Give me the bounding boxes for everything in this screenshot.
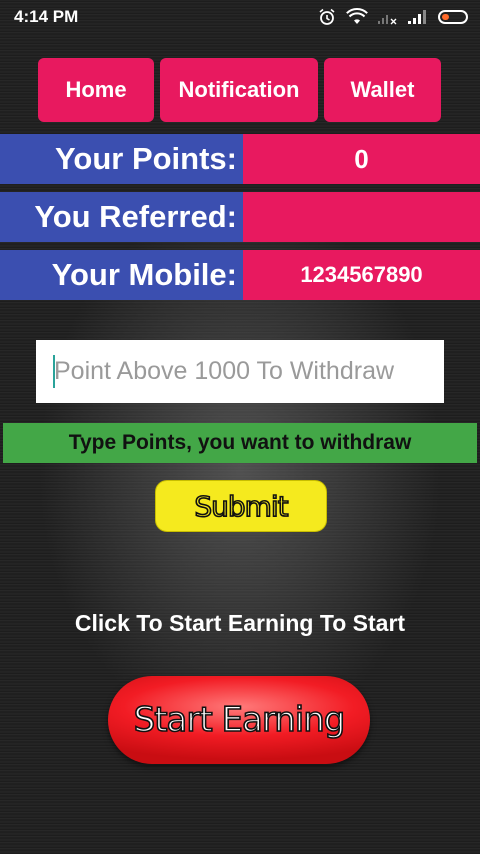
withdraw-hint: Type Points, you want to withdraw <box>3 423 477 463</box>
wallet-button[interactable]: Wallet <box>324 58 441 122</box>
status-icons <box>318 8 468 26</box>
battery-icon <box>438 10 468 24</box>
battery-level <box>442 14 449 20</box>
mobile-value: 1234567890 <box>243 250 480 300</box>
referred-row: You Referred: <box>0 192 480 242</box>
text-cursor <box>53 355 55 388</box>
status-bar: 4:14 PM <box>0 0 480 34</box>
home-button[interactable]: Home <box>38 58 154 122</box>
start-earning-prompt: Click To Start Earning To Start <box>74 610 406 636</box>
referred-label: You Referred: <box>0 192 243 242</box>
points-value: 0 <box>243 134 480 184</box>
mobile-row: Your Mobile: 1234567890 <box>0 250 480 300</box>
top-navigation: Home Notification Wallet <box>38 58 441 122</box>
signal-icon <box>408 9 428 25</box>
submit-button[interactable]: Submit <box>155 480 327 532</box>
withdraw-points-input[interactable] <box>36 340 444 403</box>
status-time: 4:14 PM <box>14 7 79 26</box>
referred-value <box>243 192 480 242</box>
signal-weak-icon <box>378 9 398 25</box>
points-label: Your Points: <box>0 134 243 184</box>
notification-button[interactable]: Notification <box>160 58 318 122</box>
alarm-icon <box>318 8 336 26</box>
mobile-label: Your Mobile: <box>0 250 243 300</box>
points-row: Your Points: 0 <box>0 134 480 184</box>
start-earning-button[interactable]: Start Earning <box>108 676 370 764</box>
wifi-icon <box>346 8 368 26</box>
